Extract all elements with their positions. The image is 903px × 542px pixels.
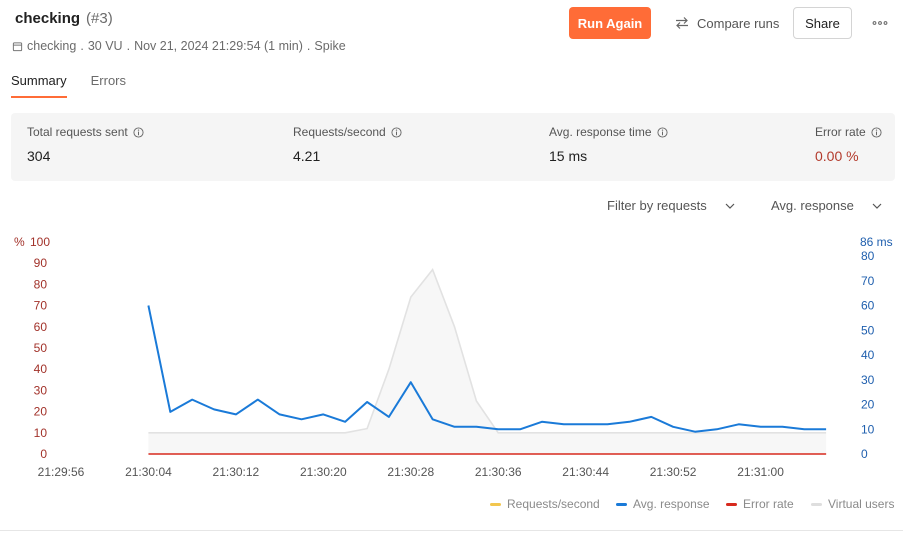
legend-swatch [490,502,501,506]
right-axis-tick: 20 [861,398,875,412]
separator-dot: . [306,39,311,53]
legend-error-rate[interactable]: Error rate [726,497,794,511]
performance-chart: 0 10 20 30 40 50 60 70 80 90% 100 86 ms 0 10 20 30 40 50 6… [14,235,893,479]
ellipsis-icon [872,21,888,25]
run-title: checking (#3) [15,10,113,27]
x-axis-tick: 21:30:12 [213,465,260,479]
left-axis-tick: 0 [40,447,47,461]
legend-label: Requests/second [507,497,600,511]
filter-requests-dropdown[interactable]: Filter by requests [607,198,735,213]
compare-runs-button[interactable]: Compare runs [668,7,785,39]
tab-summary[interactable]: Summary [11,73,67,98]
share-button[interactable]: Share [793,7,852,39]
summary-stats-panel: Total requests sent 304 Requests/second … [11,113,895,181]
right-axis-tick: 0 [861,447,868,461]
legend-label: Error rate [743,497,794,511]
right-axis-tick: 60 [861,299,875,313]
legend-requests-per-second[interactable]: Requests/second [490,497,600,511]
info-icon[interactable] [133,126,144,138]
compare-runs-label: Compare runs [697,15,780,31]
left-axis-tick: 80 [34,277,48,291]
separator-dot: . [126,39,131,53]
x-axis-tick: 21:30:04 [125,465,172,479]
chevron-down-icon [872,203,882,209]
chevron-down-icon [725,203,735,209]
left-axis-tick: 50 [34,341,48,355]
metric-label: Avg. response [771,198,854,213]
left-axis-tick: 20 [34,405,48,419]
legend-swatch [616,502,627,506]
left-axis-tick: 10 [34,426,48,440]
compare-arrows-icon [674,16,690,30]
separator-dot: . [80,39,84,53]
run-again-button[interactable]: Run Again [569,7,651,39]
left-axis-tick: 30 [34,383,48,397]
x-axis-tick: 21:30:36 [475,465,522,479]
left-axis-tick: 70 [34,299,48,313]
stat-avg-response-time: Avg. response time 15 ms [549,125,668,164]
left-axis-tick: 40 [34,362,48,376]
legend-virtual-users[interactable]: Virtual users [811,497,894,511]
virtual-users-area [148,269,827,454]
left-axis-tick: 100 [30,235,50,249]
info-icon[interactable] [871,126,882,138]
more-options-button[interactable] [866,7,894,39]
run-number: (#3) [86,10,113,27]
legend-label: Avg. response [633,497,710,511]
x-axis-tick: 21:30:44 [562,465,609,479]
stat-value: 304 [27,148,51,164]
collection-name: checking [27,39,77,53]
right-axis-max: 86 ms [860,235,893,249]
stat-requests-per-second: Requests/second 4.21 [293,125,402,164]
stat-label: Requests/second [293,125,386,139]
bottom-divider [0,530,903,531]
left-axis-tick: 90 [34,256,48,270]
x-axis-tick: 21:29:56 [38,465,85,479]
tab-errors[interactable]: Errors [91,73,126,98]
right-axis-tick: 40 [861,348,875,362]
stat-total-requests: Total requests sent 304 [27,125,144,164]
load-profile: Spike [314,39,346,53]
legend-swatch [811,502,822,506]
run-subtitle: checking . 30 VU . Nov 21, 2024 21:29:54… [12,39,346,53]
run-datetime: Nov 21, 2024 21:29:54 (1 min) [134,39,303,53]
stat-error-rate: Error rate 0.00 % [815,125,882,164]
virtual-users-line [148,268,827,434]
right-axis-tick: 80 [861,249,875,263]
stat-label: Error rate [815,125,866,139]
stat-label: Total requests sent [27,125,128,139]
x-axis-tick: 21:30:28 [387,465,434,479]
x-axis-tick: 21:31:00 [737,465,784,479]
tab-bar: Summary Errors [11,73,126,98]
legend-label: Virtual users [828,497,895,511]
legend-swatch [726,502,737,506]
stat-value: 0.00 % [815,148,859,164]
right-axis-tick: 50 [861,323,875,337]
info-icon[interactable] [391,126,402,138]
left-axis-unit: % [14,235,25,249]
stat-value: 15 ms [549,148,588,164]
left-axis-tick: 60 [34,320,48,334]
stat-label: Avg. response time [549,125,652,139]
x-axis-tick: 21:30:52 [650,465,697,479]
avg-response-line [147,305,827,433]
filter-requests-label: Filter by requests [607,198,707,213]
run-title-text: checking [15,10,81,27]
legend-avg-response[interactable]: Avg. response [616,497,710,511]
right-axis-tick: 10 [861,422,875,436]
right-axis-tick: 70 [861,274,875,288]
metric-dropdown[interactable]: Avg. response [771,198,882,213]
x-axis-tick: 21:30:20 [300,465,347,479]
collection-icon [12,41,23,52]
info-icon[interactable] [656,126,668,138]
vu-count: 30 VU [87,39,123,53]
stat-value: 4.21 [293,148,321,164]
right-axis-tick: 30 [861,373,875,387]
